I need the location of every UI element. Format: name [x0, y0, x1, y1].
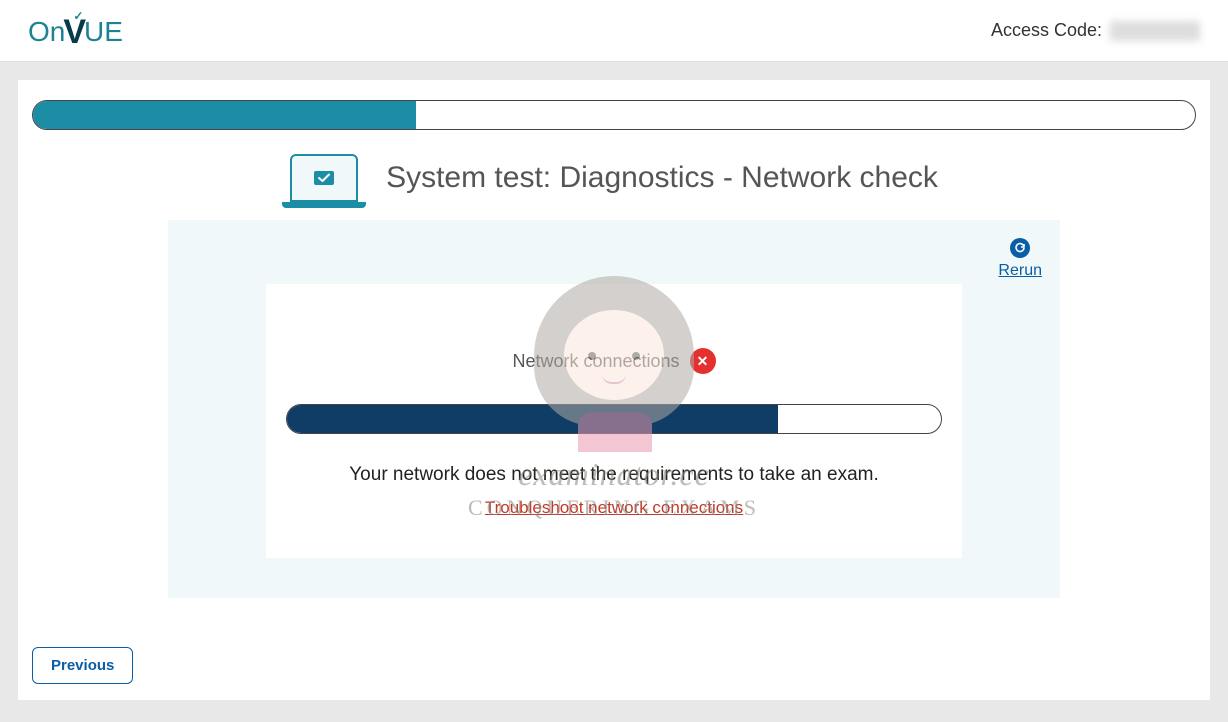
main-panel: System test: Diagnostics - Network check… [18, 80, 1210, 700]
diagnostics-panel: Rerun Network connections ✕ Your network… [168, 220, 1060, 598]
previous-button[interactable]: Previous [32, 647, 133, 684]
network-label: Network connections [512, 351, 679, 372]
top-header: On V ✓ UE Access Code: [0, 0, 1228, 62]
overall-progress-fill [33, 101, 416, 129]
access-code: Access Code: [991, 20, 1200, 41]
access-code-value [1110, 21, 1200, 41]
logo-text-v: V ✓ [63, 13, 86, 52]
rerun-link[interactable]: Rerun [998, 262, 1042, 280]
title-row: System test: Diagnostics - Network check [18, 154, 1210, 202]
rerun-block[interactable]: Rerun [998, 238, 1042, 280]
overall-progress-bar [32, 100, 1196, 130]
access-code-label: Access Code: [991, 20, 1102, 41]
network-progress-fill [287, 405, 778, 433]
check-icon: ✓ [73, 9, 83, 23]
page-title: System test: Diagnostics - Network check [386, 161, 938, 195]
network-check-card: Network connections ✕ Your network does … [266, 284, 962, 558]
troubleshoot-link[interactable]: Troubleshoot network connections [485, 498, 743, 517]
network-status-row: Network connections ✕ [286, 348, 942, 374]
fail-icon: ✕ [690, 348, 716, 374]
laptop-check-icon [290, 154, 358, 202]
network-progress-bar [286, 404, 942, 434]
fail-message: Your network does not meet the requireme… [286, 464, 942, 486]
logo-text-ue: UE [84, 16, 123, 48]
onvue-logo: On V ✓ UE [28, 11, 123, 50]
logo-text-on: On [28, 16, 65, 48]
rerun-icon [1010, 238, 1030, 258]
